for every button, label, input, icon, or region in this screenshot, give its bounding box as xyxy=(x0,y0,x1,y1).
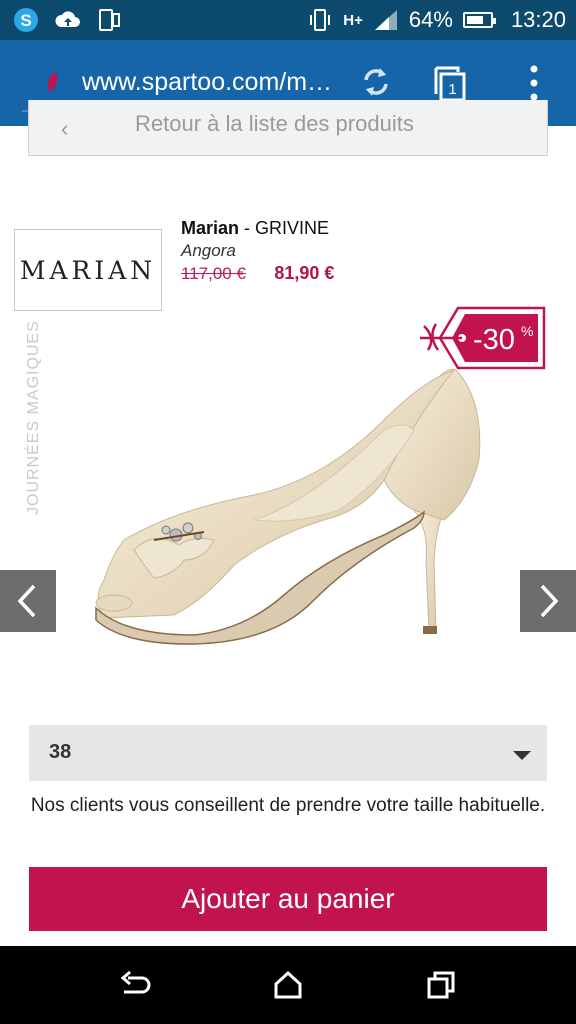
brand-logo-text: MARIAN xyxy=(19,256,157,285)
discount-percent: % xyxy=(521,323,533,339)
product-brand: Marian xyxy=(181,218,240,238)
battery-icon xyxy=(462,12,496,28)
chevron-right-icon xyxy=(540,584,559,618)
back-icon[interactable] xyxy=(118,970,152,1000)
new-price: 81,90 € xyxy=(274,263,335,283)
cloud-upload-icon xyxy=(55,11,80,27)
promo-watermark: JOURNÉES MAGIQUES xyxy=(25,320,42,515)
home-icon[interactable] xyxy=(272,970,304,1000)
previous-image-button[interactable] xyxy=(0,570,56,632)
tab-count: 1 xyxy=(448,81,456,98)
reload-icon[interactable] xyxy=(358,64,394,100)
price-row: 117,00 € 81,90 € xyxy=(181,263,334,284)
size-select-value: 38 xyxy=(49,741,72,763)
size-select[interactable]: 38 xyxy=(29,725,547,781)
overflow-menu-icon[interactable] xyxy=(522,64,546,102)
product-info: Marian - GRIVINE Angora 117,00 € 81,90 € xyxy=(181,218,334,284)
chevron-left-icon: ‹ xyxy=(61,116,69,141)
product-model: - GRIVINE xyxy=(239,218,330,238)
svg-text:S: S xyxy=(20,11,31,30)
status-bar: S H+ 64% 13:20 xyxy=(0,0,576,40)
signal-icon xyxy=(374,10,397,30)
back-to-list-button[interactable]: ‹ Retour à la liste des produits xyxy=(28,100,548,156)
discount-value: -30 xyxy=(473,324,515,356)
network-type: H+ xyxy=(343,11,363,29)
address-bar[interactable]: www.spartoo.com/m… xyxy=(82,68,344,97)
brand-logo[interactable]: MARIAN xyxy=(14,229,162,311)
product-image[interactable] xyxy=(84,360,494,660)
dropdown-caret-icon xyxy=(513,751,531,760)
size-advice-text: Nos clients vous conseillent de prendre … xyxy=(30,795,546,816)
chevron-left-icon xyxy=(17,584,36,618)
battery-percent: 64% xyxy=(408,7,453,32)
spartoo-favicon-icon xyxy=(48,72,58,92)
old-price: 117,00 € xyxy=(181,264,246,283)
product-title: Marian - GRIVINE xyxy=(181,218,334,239)
skype-icon: S xyxy=(14,8,38,32)
recent-apps-icon[interactable] xyxy=(426,970,456,1000)
next-image-button[interactable] xyxy=(520,570,576,632)
tabs-icon[interactable]: 1 xyxy=(432,64,468,104)
add-to-cart-button[interactable]: Ajouter au panier xyxy=(29,867,547,931)
clock: 13:20 xyxy=(510,7,566,32)
back-to-list-label: Retour à la liste des produits xyxy=(135,111,414,136)
product-color: Angora xyxy=(181,241,236,260)
system-navigation-bar xyxy=(0,946,576,1024)
vibrate-icon xyxy=(310,9,331,31)
screen-share-icon xyxy=(99,9,120,31)
